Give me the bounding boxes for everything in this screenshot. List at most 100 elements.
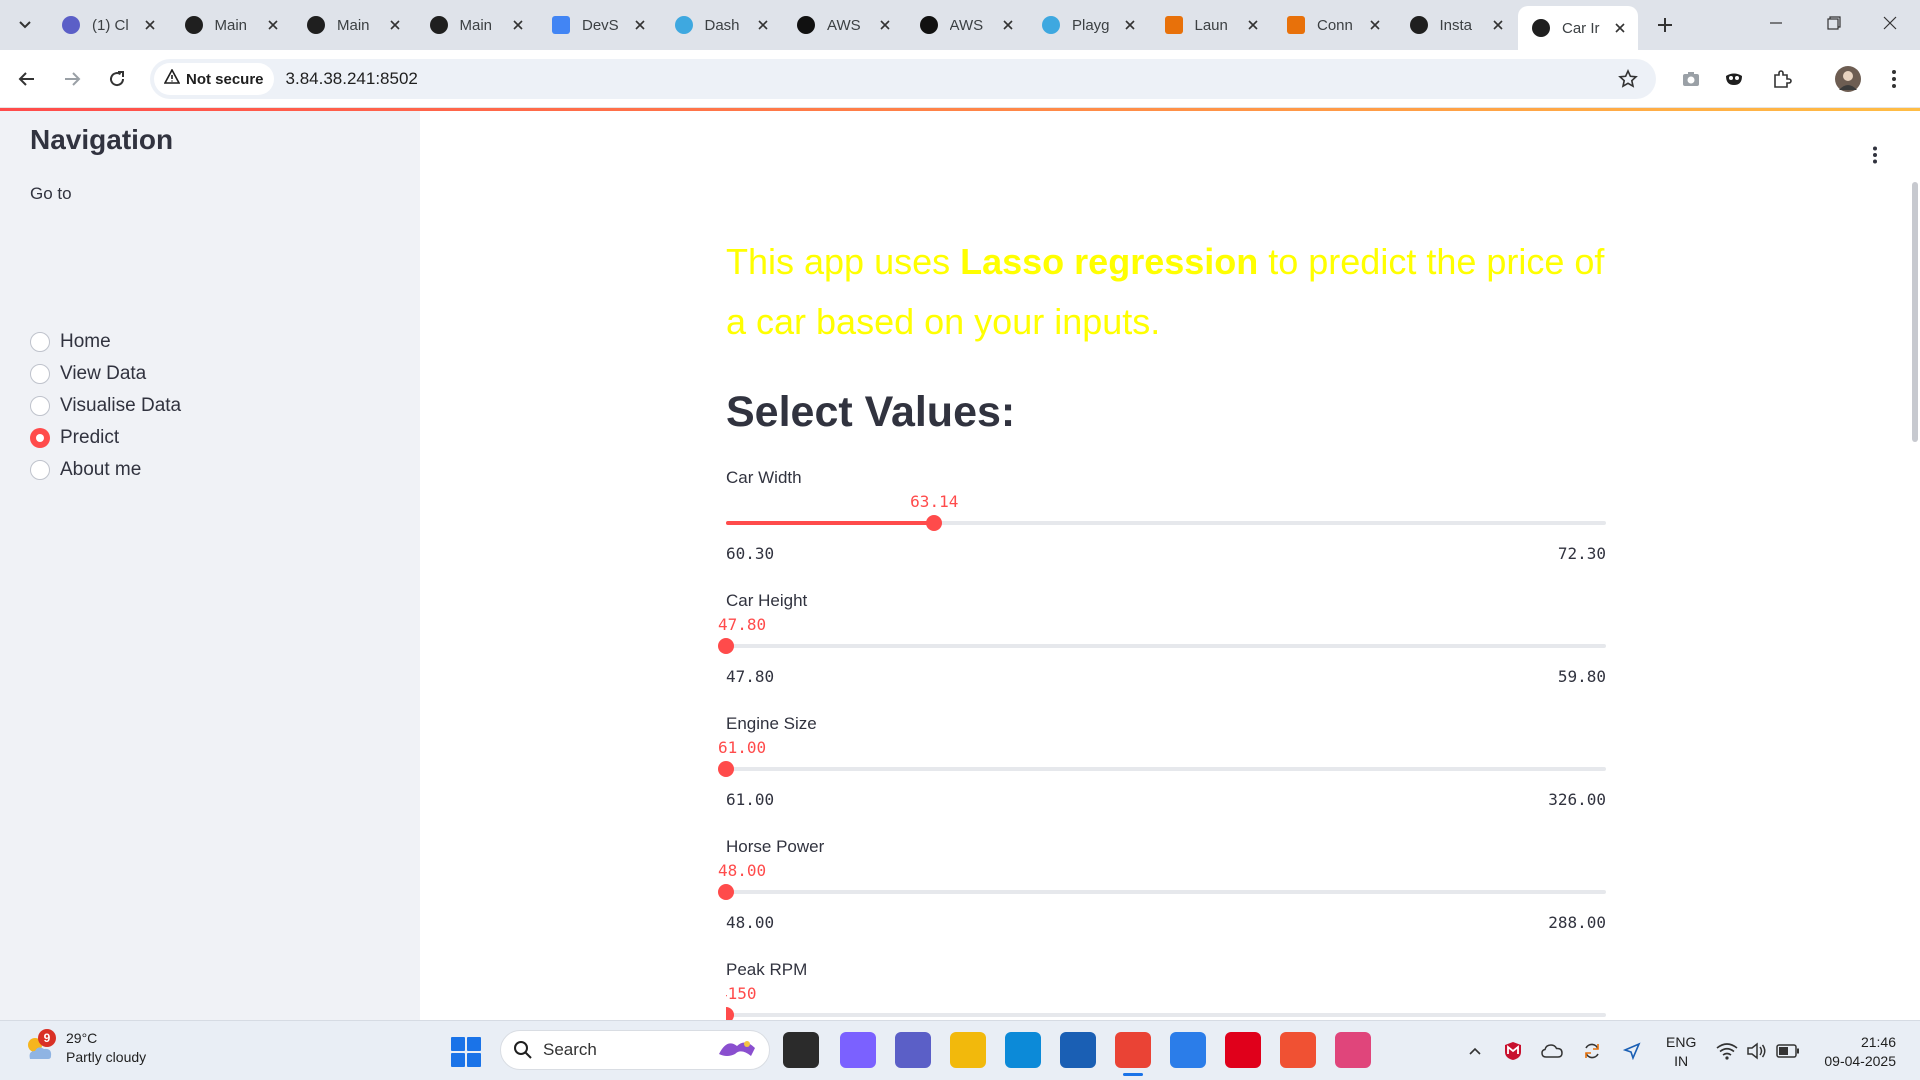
address-bar[interactable]: Not secure 3.84.38.241:8502 (150, 59, 1656, 99)
input-language[interactable]: ENG IN (1666, 1033, 1696, 1071)
tab-close-icon[interactable] (1365, 15, 1385, 35)
extension-mask-button[interactable] (1718, 63, 1750, 95)
tab-close-icon[interactable] (753, 15, 773, 35)
sync-tray-icon[interactable] (1580, 1039, 1604, 1063)
tab-close-icon[interactable] (140, 15, 160, 35)
new-tab-button[interactable] (1651, 11, 1679, 39)
slider-thumb[interactable] (726, 1007, 734, 1020)
eye-cloud-icon (1042, 16, 1060, 34)
taskbar-search[interactable]: Search (500, 1030, 770, 1070)
tab[interactable]: Main (416, 6, 536, 44)
radio-button[interactable] (30, 396, 50, 416)
mcafee-tray-icon[interactable] (1501, 1039, 1525, 1063)
chevron-up-icon (1469, 1047, 1481, 1055)
slider-track[interactable] (718, 638, 1606, 654)
tab-close-icon[interactable] (1488, 15, 1508, 35)
nav-option-visualise-data[interactable]: Visualise Data (30, 392, 181, 420)
minimize-button[interactable] (1748, 0, 1804, 46)
nav-option-view-data[interactable]: View Data (30, 360, 146, 388)
scrollbar-thumb[interactable] (1912, 182, 1918, 442)
wifi-icon[interactable] (1715, 1039, 1739, 1063)
chrome-icon[interactable] (1115, 1032, 1151, 1076)
tab[interactable]: Main (171, 6, 291, 44)
onedrive-tray-icon[interactable] (1540, 1039, 1564, 1063)
volume-icon[interactable] (1745, 1039, 1769, 1063)
nav-option-label: Home (60, 331, 111, 352)
slider-track[interactable] (726, 515, 1606, 531)
weather-widget[interactable]: 9 29°C Partly cloudy (22, 1029, 146, 1067)
tab[interactable]: Insta (1396, 6, 1516, 44)
tab-close-icon[interactable] (1610, 18, 1630, 38)
snipping-tool-icon[interactable] (1335, 1032, 1371, 1068)
edge-icon[interactable] (1005, 1032, 1041, 1068)
reload-button[interactable] (101, 63, 133, 95)
teams-icon[interactable] (895, 1032, 931, 1068)
url-text[interactable]: 3.84.38.241:8502 (286, 69, 1612, 89)
slider-thumb[interactable] (718, 761, 734, 777)
tab[interactable]: Main (293, 6, 413, 44)
radio-button[interactable] (30, 364, 50, 384)
tab[interactable]: Playg (1028, 6, 1148, 44)
bookmark-star-button[interactable] (1612, 63, 1644, 95)
tab[interactable]: Dash (661, 6, 781, 44)
nav-option-home[interactable]: Home (30, 328, 111, 356)
location-tray-icon[interactable] (1620, 1039, 1644, 1063)
tab[interactable]: AWS (906, 6, 1026, 44)
profile-avatar[interactable] (1832, 63, 1864, 95)
tab-close-icon[interactable] (1243, 15, 1263, 35)
slider-car-width: Car Width 63.14 60.30 72.30 (726, 468, 1606, 578)
tab-close-icon[interactable] (508, 15, 528, 35)
radio-button[interactable] (30, 460, 50, 480)
app-menu-button[interactable] (1865, 140, 1885, 170)
slider-label: Car Height (726, 591, 808, 610)
forward-button[interactable] (56, 63, 88, 95)
extensions-button[interactable] (1766, 63, 1798, 95)
file-explorer-icon[interactable] (950, 1032, 986, 1068)
show-hidden-icons-button[interactable] (1463, 1039, 1487, 1063)
camera-button[interactable] (1675, 63, 1707, 95)
nav-option-about-me[interactable]: About me (30, 456, 141, 484)
tab-close-icon[interactable] (630, 15, 650, 35)
tab-close-icon[interactable] (998, 15, 1018, 35)
back-button[interactable] (11, 63, 43, 95)
task-view-icon[interactable] (783, 1032, 819, 1068)
tab-close-icon[interactable] (1120, 15, 1140, 35)
tab[interactable]: AWS (783, 6, 903, 44)
tab[interactable]: (1) Cl (48, 6, 168, 44)
sidebar (0, 111, 420, 1020)
tab-active[interactable]: Car Ir (1518, 6, 1638, 50)
sidebar-title: Navigation (30, 124, 174, 155)
tab-search-button[interactable] (10, 11, 40, 39)
opera-icon[interactable] (1225, 1032, 1261, 1068)
slider-thumb[interactable] (926, 515, 943, 531)
site-info-chip[interactable]: Not secure (154, 63, 274, 95)
slider-track[interactable] (726, 1007, 1606, 1020)
restore-button[interactable] (1806, 0, 1862, 46)
slider-thumb[interactable] (718, 638, 734, 654)
slider-max-value: 326.00 (1548, 790, 1606, 809)
temperature: 29°C (66, 1030, 98, 1046)
close-window-button[interactable] (1862, 0, 1918, 46)
radio-button[interactable] (30, 332, 50, 352)
system-clock[interactable]: 21:46 09-04-2025 (1816, 1033, 1896, 1071)
tab-close-icon[interactable] (385, 15, 405, 35)
store-icon[interactable] (1060, 1032, 1096, 1068)
battery-icon[interactable] (1776, 1039, 1800, 1063)
start-button[interactable] (451, 1037, 481, 1067)
nav-option-predict[interactable]: Predict (30, 424, 119, 452)
git-icon[interactable] (1280, 1032, 1316, 1068)
tab[interactable]: Conn (1273, 6, 1393, 44)
tab-close-icon[interactable] (263, 15, 283, 35)
search-highlight-icon (715, 1034, 759, 1067)
slider-thumb[interactable] (718, 884, 734, 900)
m365-icon[interactable] (1170, 1032, 1206, 1068)
browser-menu-button[interactable] (1878, 63, 1910, 95)
slider-track[interactable] (718, 761, 1606, 777)
tab-close-icon[interactable] (875, 15, 895, 35)
tab[interactable]: Laun (1151, 6, 1271, 44)
copilot-icon[interactable] (840, 1032, 876, 1068)
security-label: Not secure (186, 70, 264, 88)
radio-button-selected[interactable] (30, 428, 50, 448)
slider-track[interactable] (718, 884, 1606, 900)
tab[interactable]: DevS (538, 6, 658, 44)
